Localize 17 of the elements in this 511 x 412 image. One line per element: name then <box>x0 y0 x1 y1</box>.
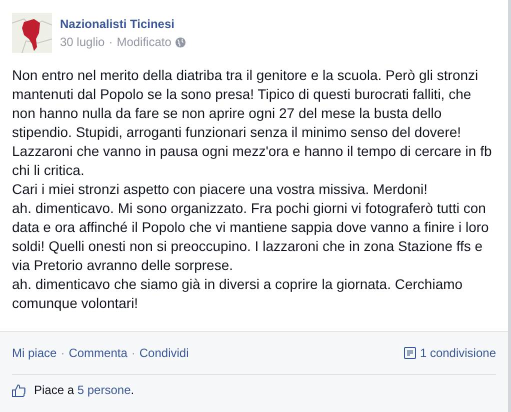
post-text: Non entro nel merito della diatriba tra il genitore e la scuola. Però gli stronzi mantenuti dal Popolo se la sono presa! Tipico di questi burocrati falliti, che non hanno nulla da fare se non aprire ogni 27 del mese la busta dello stipendio. Stupidi, arroganti funzionari senza il minimo senso del dovere! Lazzaroni che vanno in pausa ogni mezz'ora e hanno il tempo di cercare in fb chi li critica. <box>12 66 493 180</box>
post-text: ah. dimenticavo. Mi sono organizzato. Fra pochi giorni vi fotograferò tutti con data e ora affinché il Popolo che vi mantiene sappia dove vanno a finire i loro soldi! Quelli onesti non si preoccupino. I lazzaroni che in zona Stazione ffs e via Pretorio avranno delle sorprese. <box>12 199 490 275</box>
likes-text: Piace a 5 persone. <box>34 382 134 399</box>
post-text: ah. dimenticavo che siamo già in diversi a coprire la giornata. Cerchiamo comunque volontari! <box>12 275 464 313</box>
author-name[interactable]: Nazionalisti Ticinesi <box>60 16 186 32</box>
separator-dot: · <box>131 345 136 362</box>
globe-icon[interactable] <box>175 36 186 48</box>
thumbs-up-icon <box>12 384 26 396</box>
separator-dot: · <box>108 34 113 50</box>
share-icon[interactable] <box>404 347 416 359</box>
action-link[interactable]: Mi piace <box>12 344 57 362</box>
likes-link[interactable]: 5 persone <box>77 383 131 397</box>
shares-link[interactable]: 1 condivisione <box>420 344 496 362</box>
action-link[interactable]: Condividi <box>139 344 189 362</box>
post-text: Cari i miei stronzi aspetto con piacere una vostra missiva. Merdoni! <box>12 180 429 199</box>
separator-dot: · <box>60 345 65 362</box>
action-link[interactable]: Commenta <box>68 344 128 362</box>
